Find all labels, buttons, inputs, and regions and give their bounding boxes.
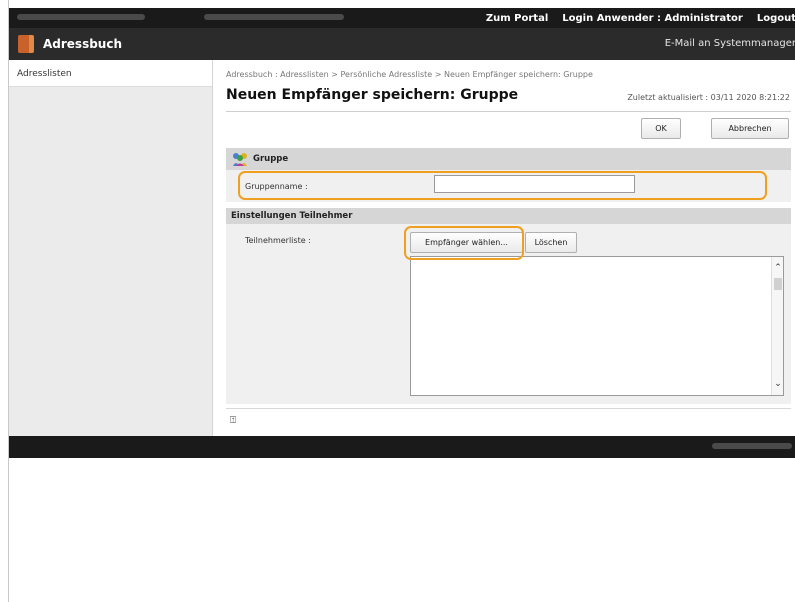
copyright-blurred [712, 443, 792, 449]
scroll-up-icon[interactable]: ⌃ [772, 263, 784, 273]
footer-bar [9, 436, 795, 458]
member-list-label: Teilnehmerliste : [245, 236, 311, 245]
group-section-title: Gruppe [253, 154, 289, 164]
delete-button[interactable]: Löschen [525, 232, 577, 253]
breadcrumb: Adressbuch : Adresslisten > Persönliche … [226, 70, 593, 79]
member-listbox[interactable]: ⌃ ⌄ [410, 256, 784, 396]
browser-page: Zum Portal Login Anwender : Administrato… [8, 0, 795, 602]
top-links: Zum Portal Login Anwender : Administrato… [486, 8, 795, 28]
back-to-top-icon[interactable]: ⍐ [230, 415, 236, 426]
address-book-icon [18, 35, 34, 53]
members-section-header: Einstellungen Teilnehmer [226, 208, 791, 224]
group-name-highlight [238, 171, 767, 200]
title-divider [226, 111, 791, 112]
device-info-blurred [204, 14, 344, 20]
logout-link[interactable]: Logout [757, 13, 795, 24]
top-bar: Zum Portal Login Anwender : Administrato… [9, 8, 795, 28]
last-updated: Zuletzt aktualisiert : 03/11 2020 8:21:2… [627, 93, 790, 102]
group-section-header: Gruppe [226, 148, 791, 170]
main-content: Adressbuch : Adresslisten > Persönliche … [213, 60, 795, 436]
sidebar-item-address-lists[interactable]: Adresslisten [9, 60, 212, 87]
login-user: Administrator [664, 12, 743, 24]
mail-to-sysadmin-link[interactable]: E-Mail an Systemmanager [665, 28, 795, 60]
bottom-divider [226, 408, 791, 409]
scrollbar-thumb[interactable] [774, 278, 782, 290]
select-recipients-highlight [404, 226, 524, 260]
app-title: Adressbuch [43, 37, 123, 51]
page-title: Neuen Empfänger speichern: Gruppe [226, 87, 519, 103]
group-icon [233, 153, 247, 166]
app-header: Adressbuch E-Mail an Systemmanager [9, 28, 795, 60]
members-section-title: Einstellungen Teilnehmer [231, 211, 353, 221]
cancel-button[interactable]: Abbrechen [711, 118, 789, 139]
scroll-down-icon[interactable]: ⌄ [772, 379, 784, 389]
portal-link[interactable]: Zum Portal [486, 13, 548, 24]
login-info: Login Anwender : Administrator [562, 13, 743, 24]
ok-button[interactable]: OK [641, 118, 681, 139]
login-label: Login Anwender : [562, 12, 662, 24]
device-name-blurred [17, 14, 145, 20]
sidebar: Adresslisten [9, 60, 213, 436]
member-list-scrollbar[interactable]: ⌃ ⌄ [771, 257, 783, 395]
